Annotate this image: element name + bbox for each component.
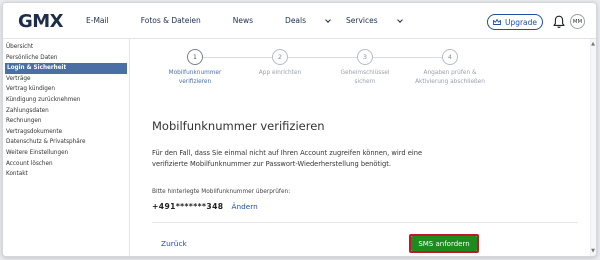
step-connector: [203, 57, 281, 58]
step-2: 2 App einrichten: [237, 49, 323, 78]
sidebar-item-login-security[interactable]: Login & Sicherheit: [5, 63, 127, 74]
nav-photos-files[interactable]: Fotos & Dateien: [141, 16, 217, 25]
nav-news-label: News: [232, 16, 254, 25]
scroll-up-icon[interactable]: ▲: [591, 41, 595, 47]
top-navigation-bar: GMX E-Mail Fotos & Dateien News Deals Se…: [3, 3, 596, 39]
sidebar-item-overview[interactable]: Übersicht: [3, 42, 129, 53]
sidebar-item-contract-documents[interactable]: Vertragsdokumente: [3, 127, 129, 138]
step-label: App einrichten: [258, 70, 302, 76]
phone-row: +491*******348 Ändern: [152, 202, 258, 211]
nav-services[interactable]: Services: [346, 16, 403, 25]
sidebar-item-cancel-contract[interactable]: Vertrag kündigen: [3, 84, 129, 95]
nav-email[interactable]: E-Mail: [86, 16, 125, 25]
bell-icon[interactable]: [553, 14, 565, 28]
step-label: Geheimschlüssel sichern: [340, 70, 390, 85]
sidebar-item-personal-data[interactable]: Persönliche Daten: [3, 53, 129, 64]
page-title: Mobilfunknummer verifizieren: [152, 119, 325, 133]
sidebar-item-invoices[interactable]: Rechnungen: [3, 116, 129, 127]
upgrade-button[interactable]: Upgrade: [487, 14, 543, 30]
step-number: 4: [442, 49, 458, 65]
request-sms-button[interactable]: SMS anfordern: [411, 236, 477, 251]
phone-hint: Bitte hinterlegte Mobilfunknummer überpr…: [152, 189, 291, 195]
step-connector: [288, 57, 366, 58]
sidebar-item-contact[interactable]: Kontakt: [3, 169, 129, 180]
sidebar-item-payment-data[interactable]: Zahlungsdaten: [3, 106, 129, 117]
upgrade-label: Upgrade: [504, 17, 538, 27]
sidebar-item-contracts[interactable]: Verträge: [3, 74, 129, 85]
description-text: Für den Fall, dass Sie einmal nicht auf …: [152, 149, 423, 168]
chevron-down-icon: [325, 16, 331, 23]
step-3: 3 Geheimschlüssel sichern: [322, 49, 408, 87]
progress-stepper: 1 Mobilfunknummer verifizieren 2 App ein…: [151, 49, 571, 109]
change-phone-link[interactable]: Ändern: [231, 202, 257, 211]
crown-icon: [493, 18, 501, 27]
nav-photos-files-label: Fotos & Dateien: [140, 16, 201, 25]
step-label: Angaben prüfen & Aktivierung abschließen: [415, 70, 485, 85]
step-1: 1 Mobilfunknummer verifizieren: [152, 49, 238, 87]
back-button[interactable]: Zurück: [161, 239, 187, 248]
step-number: 3: [357, 49, 373, 65]
step-number: 2: [272, 49, 288, 65]
main-content: 1 Mobilfunknummer verifizieren 2 App ein…: [131, 39, 596, 256]
step-label: Mobilfunknummer verifizieren: [168, 70, 222, 85]
step-number: 1: [187, 49, 203, 65]
phone-number: +491*******348: [152, 202, 224, 211]
divider: [152, 222, 578, 223]
nav-news[interactable]: News: [233, 16, 269, 25]
step-connector: [373, 57, 451, 58]
main-nav: E-Mail Fotos & Dateien News Deals Servic…: [86, 16, 418, 25]
sidebar-item-more-settings[interactable]: Weitere Einstellungen: [3, 148, 129, 159]
sidebar-item-privacy[interactable]: Datenschutz & Privatsphäre: [3, 137, 129, 148]
scrollbar[interactable]: [590, 39, 596, 256]
sidebar: Übersicht Persönliche Daten Login & Sich…: [3, 39, 130, 256]
step-4: 4 Angaben prüfen & Aktivierung abschließ…: [407, 49, 493, 87]
sidebar-item-delete-account[interactable]: Account löschen: [3, 159, 129, 170]
nav-email-label: E-Mail: [86, 16, 109, 25]
nav-deals[interactable]: Deals: [285, 16, 331, 25]
nav-services-label: Services: [346, 16, 378, 25]
nav-deals-label: Deals: [285, 16, 307, 25]
gmx-logo[interactable]: GMX: [18, 11, 64, 32]
chevron-down-icon: [396, 16, 403, 23]
avatar[interactable]: MM: [570, 14, 585, 29]
scroll-down-icon[interactable]: ▼: [591, 248, 595, 254]
app-window: GMX E-Mail Fotos & Dateien News Deals Se…: [2, 2, 597, 257]
sidebar-item-revoke-cancellation[interactable]: Kündigung zurücknehmen: [3, 95, 129, 106]
